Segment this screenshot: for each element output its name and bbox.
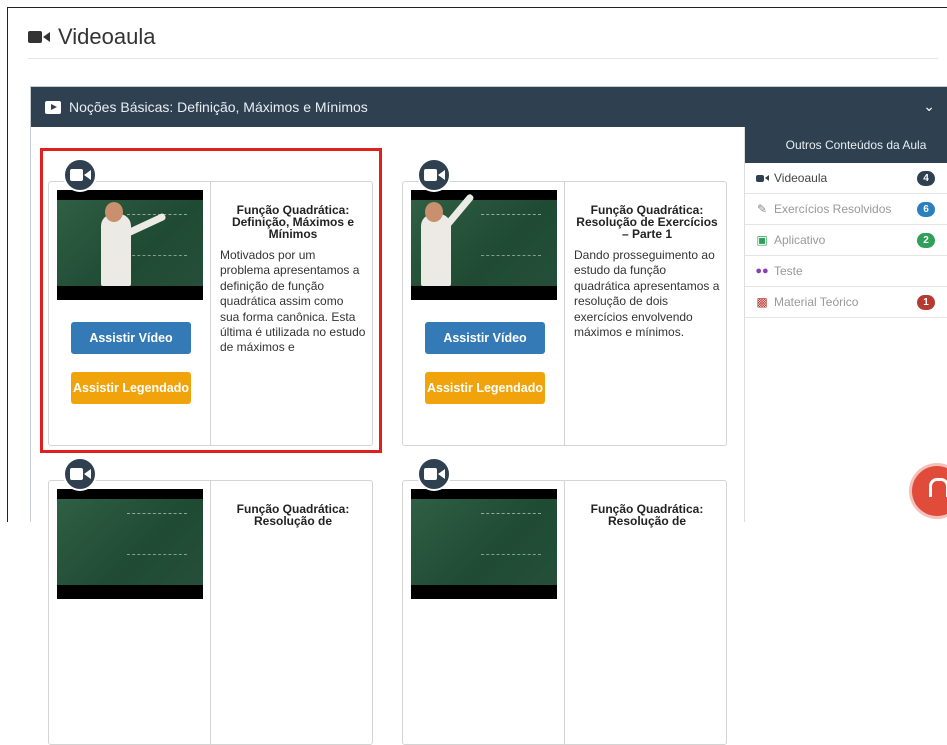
video-card-info: Função Quadrática: Resolução de Exercíci… [574, 182, 720, 445]
video-card-info: Função Quadrática: Resolução de [574, 481, 720, 744]
video-title: Função Quadrática: Resolução de [590, 502, 704, 528]
sidebar-item-label: Aplicativo [774, 233, 826, 247]
selection-highlight [40, 148, 382, 453]
video-description: Dando prosseguimento ao estudo da função… [574, 248, 720, 340]
chevron-down-icon[interactable]: ⌄ [923, 98, 935, 115]
sidebar-item-material[interactable]: ▩ Material Teórico 1 [745, 287, 947, 318]
related-content-sidebar: Outros Conteúdos da Aula Videoaula 4 ✎ E… [744, 127, 947, 522]
lesson-panel-title: Noções Básicas: Definição, Máximos e Mín… [69, 99, 368, 115]
count-badge: 1 [917, 295, 935, 310]
video-title: Função Quadrática: Resolução de Exercíci… [576, 203, 718, 241]
video-title: Função Quadrática: Resolução de [236, 502, 350, 528]
gamepad-icon: ●● [755, 265, 769, 277]
video-camera-icon [28, 31, 50, 43]
video-card-media [403, 481, 565, 744]
title-divider [28, 58, 938, 59]
video-thumbnail[interactable] [411, 489, 557, 599]
sidebar-item-teste[interactable]: ●● Teste [745, 256, 947, 287]
watch-subtitled-button[interactable]: Assistir Legendado [425, 372, 545, 404]
page-title: Videoaula [58, 24, 156, 49]
sidebar-item-aplicativo[interactable]: ▣ Aplicativo 2 [745, 225, 947, 256]
count-badge: 2 [917, 233, 935, 248]
sidebar-item-label: Videoaula [774, 171, 828, 185]
watch-video-button[interactable]: Assistir Vídeo [425, 322, 545, 354]
play-icon [45, 100, 61, 114]
puzzle-icon: ▣ [756, 233, 768, 247]
count-badge: 4 [917, 171, 935, 186]
sidebar-header: Outros Conteúdos da Aula [745, 127, 947, 163]
video-camera-icon [63, 457, 97, 491]
video-card: Função Quadrática: Resolução de [402, 480, 727, 745]
video-card: Função Quadrática: Resolução de [48, 480, 373, 745]
video-card-media: Assistir Vídeo Assistir Legendado [403, 182, 565, 445]
sidebar-item-label: Material Teórico [774, 295, 859, 309]
video-camera-icon [417, 158, 451, 192]
sidebar-item-label: Teste [774, 264, 803, 278]
lesson-panel-header[interactable]: Noções Básicas: Definição, Máximos e Mín… [31, 87, 947, 127]
video-card: Assistir Vídeo Assistir Legendado Função… [402, 181, 727, 446]
edit-icon: ✎ [756, 202, 768, 216]
sidebar-item-exercicios[interactable]: ✎ Exercícios Resolvidos 6 [745, 194, 947, 225]
count-badge: 6 [917, 202, 935, 217]
sidebar-item-videoaula[interactable]: Videoaula 4 [745, 163, 947, 194]
book-icon: ▩ [756, 295, 768, 309]
video-card-media [49, 481, 211, 744]
video-camera-icon [755, 174, 769, 182]
video-thumbnail[interactable] [411, 190, 557, 300]
video-camera-icon [417, 457, 451, 491]
sidebar-item-label: Exercícios Resolvidos [774, 202, 892, 216]
video-card-info: Função Quadrática: Resolução de [220, 481, 366, 744]
video-thumbnail[interactable] [57, 489, 203, 599]
page-header: Videoaula [28, 24, 155, 50]
